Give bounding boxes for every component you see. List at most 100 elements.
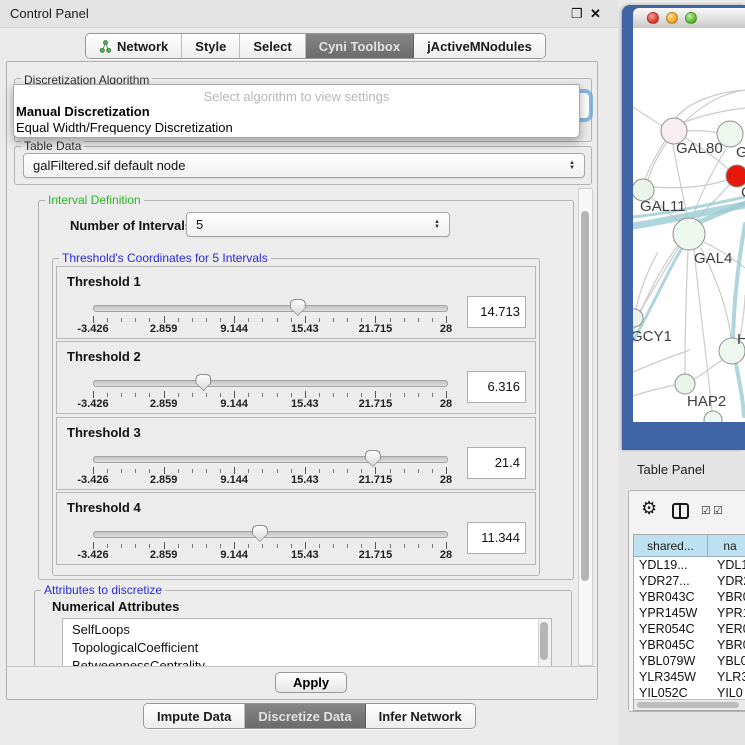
tab-impute-data[interactable]: Impute Data — [144, 704, 245, 728]
tick-mark — [248, 318, 249, 322]
number-of-intervals-combobox[interactable]: 5 ▲▼ — [186, 212, 450, 237]
list-scrollbar[interactable] — [538, 619, 551, 667]
network-node[interactable] — [675, 374, 695, 394]
table-cell[interactable]: YBR043C — [634, 589, 712, 605]
table-cell[interactable]: YDR27... — [634, 573, 712, 589]
table-row[interactable]: YBL079WYBL0 — [634, 653, 745, 669]
numerical-attributes-list[interactable]: SelfLoopsTopologicalCoefficientBetweenne… — [62, 618, 552, 668]
tab-style[interactable]: Style — [182, 34, 240, 58]
threshold-1-value[interactable]: 14.713 — [467, 296, 526, 328]
split-columns-icon[interactable] — [672, 503, 689, 519]
threshold-2-value[interactable]: 6.316 — [467, 371, 526, 403]
table-cell[interactable]: YLR345W — [634, 669, 712, 685]
table-cell[interactable]: YER0 — [712, 621, 745, 637]
popup-option-equal-width[interactable]: Equal Width/Frequency Discretization — [16, 120, 233, 135]
table-row[interactable]: YBR043CYBR0 — [634, 589, 745, 605]
tick-label: 28 — [440, 549, 452, 561]
table-row[interactable]: YLR345WYLR3 — [634, 669, 745, 685]
table-cell[interactable]: YDL1 — [712, 557, 745, 573]
table-data-combobox[interactable]: galFiltered.sif default node ▲▼ — [23, 153, 585, 178]
threshold-4-slider[interactable] — [93, 531, 448, 538]
network-edge-highlighted[interactable] — [736, 364, 744, 416]
threshold-3-slider[interactable] — [93, 456, 448, 463]
float-window-icon[interactable]: ❐ — [571, 6, 583, 22]
network-edge[interactable] — [687, 131, 718, 133]
tab-infer-network[interactable]: Infer Network — [366, 704, 475, 728]
slider-thumb[interactable] — [365, 450, 381, 467]
panel-scrollbar-thumb[interactable] — [581, 211, 589, 581]
table-cell[interactable]: YDR2 — [712, 573, 745, 589]
tab-jactivemnodules-label: jActiveMNodules — [427, 39, 532, 54]
network-edge[interactable] — [645, 141, 665, 180]
tick-mark — [135, 393, 136, 397]
slider-thumb[interactable] — [252, 525, 268, 542]
network-edge-highlighted[interactable] — [633, 247, 683, 341]
table-row[interactable]: YER054CYER0 — [634, 621, 745, 637]
tab-discretize-data[interactable]: Discretize Data — [245, 704, 365, 728]
table-cell[interactable]: YER054C — [634, 621, 712, 637]
tab-jactivemnodules[interactable]: jActiveMNodules — [414, 34, 545, 58]
table-row[interactable]: YDL19...YDL1 — [634, 557, 745, 573]
table-row[interactable]: YBR045CYBR0 — [634, 637, 745, 653]
checkbox-icon[interactable]: ☑ — [701, 504, 711, 517]
table-cell[interactable]: YDL19... — [634, 557, 712, 573]
tab-select[interactable]: Select — [240, 34, 305, 58]
slider-thumb[interactable] — [290, 299, 306, 316]
network-canvas[interactable]: GAL80GACGAL11GAL4GCY1HHAP2 — [633, 28, 745, 422]
network-edge[interactable] — [633, 107, 662, 126]
attribute-list-item[interactable]: TopologicalCoefficient — [72, 639, 551, 657]
tab-cyni-toolbox[interactable]: Cyni Toolbox — [306, 34, 414, 58]
tick-mark — [121, 393, 122, 397]
close-traffic-light-icon[interactable] — [647, 12, 659, 24]
zoom-traffic-light-icon[interactable] — [685, 12, 697, 24]
tick-mark — [206, 393, 207, 397]
popup-option-manual[interactable]: Manual Discretization — [16, 104, 150, 119]
table-cell[interactable]: YBR0 — [712, 637, 745, 653]
table-cell[interactable]: YBR045C — [634, 637, 712, 653]
checkbox-icon[interactable]: ☑ — [713, 504, 723, 517]
table-header-name[interactable]: na — [708, 535, 745, 556]
network-edge[interactable] — [640, 246, 680, 311]
table-cell[interactable]: YPR1 — [712, 605, 745, 621]
slider-thumb[interactable] — [195, 374, 211, 391]
table-cell[interactable]: YLR3 — [712, 669, 745, 685]
close-icon[interactable]: ✕ — [590, 6, 601, 22]
threshold-2-slider[interactable] — [93, 380, 448, 387]
apply-button[interactable]: Apply — [275, 672, 347, 693]
network-edge[interactable] — [633, 385, 675, 396]
network-node[interactable] — [704, 411, 722, 422]
network-node[interactable] — [673, 218, 705, 250]
table-row[interactable]: YDR27...YDR2 — [634, 573, 745, 589]
tick-mark — [375, 467, 376, 474]
gear-icon[interactable]: ⚙ — [641, 499, 657, 517]
network-edge[interactable] — [694, 250, 712, 411]
table-cell[interactable]: YBR0 — [712, 589, 745, 605]
tick-mark — [234, 467, 235, 474]
table-cell[interactable]: YPR145W — [634, 605, 712, 621]
threshold-3-label: Threshold 3 — [67, 425, 141, 440]
table-header-shared[interactable]: shared... — [634, 535, 708, 556]
table-row[interactable]: YIL052CYIL0 — [634, 685, 745, 697]
threshold-1-slider[interactable] — [93, 305, 448, 312]
table-horizontal-scrollbar[interactable] — [634, 699, 745, 710]
threshold-3-value[interactable]: 21.4 — [467, 447, 526, 479]
tick-mark — [361, 469, 362, 473]
tab-network[interactable]: Network — [86, 34, 182, 58]
table-cell[interactable]: YBL0 — [712, 653, 745, 669]
panel-scrollbar[interactable] — [578, 188, 593, 666]
table-row[interactable]: YPR145WYPR1 — [634, 605, 745, 621]
network-edge[interactable] — [685, 250, 688, 374]
attribute-list-item[interactable]: SelfLoops — [72, 621, 551, 639]
table-cell[interactable]: YIL052C — [634, 685, 712, 697]
tick-mark — [93, 467, 94, 474]
network-edge[interactable] — [693, 360, 722, 380]
network-window-titlebar[interactable] — [633, 8, 745, 29]
minimize-traffic-light-icon[interactable] — [666, 12, 678, 24]
network-edge[interactable] — [633, 350, 690, 372]
threshold-4-value[interactable]: 11.344 — [467, 522, 526, 554]
table-cell[interactable]: YIL0 — [712, 685, 745, 697]
tick-mark — [93, 391, 94, 398]
network-node-label: GAL11 — [640, 198, 686, 215]
network-edge[interactable] — [654, 180, 727, 188]
table-cell[interactable]: YBL079W — [634, 653, 712, 669]
